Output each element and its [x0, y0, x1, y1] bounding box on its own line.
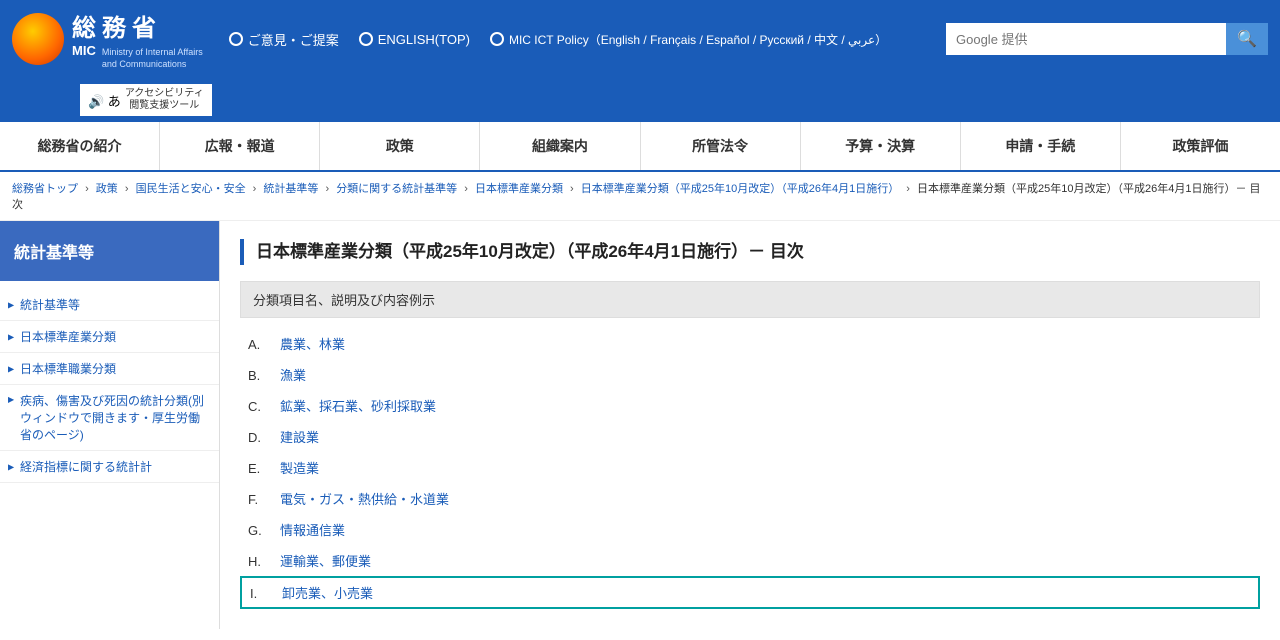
breadcrumb-policy[interactable]: 政策 — [96, 183, 118, 195]
logo-area: 総務省 MIC Ministry of Internal Affairs and… — [12, 8, 203, 70]
accessibility-text: アクセシビリティ 閲覧支援ツール — [125, 88, 204, 112]
category-letter: A. — [248, 337, 268, 352]
nav-item-procedure[interactable]: 申請・手続 — [961, 122, 1121, 170]
category-link[interactable]: 農業、林業 — [280, 334, 345, 353]
category-item: G. 情報通信業 — [240, 514, 1260, 545]
mic-ict-link[interactable]: MIC ICT Policy（English / Français / Espa… — [490, 31, 887, 48]
header-bottom: 🔊 あ アクセシビリティ 閲覧支援ツール — [0, 78, 1280, 122]
category-letter: D. — [248, 430, 268, 445]
category-item: B. 漁業 — [240, 359, 1260, 390]
breadcrumb-industry[interactable]: 日本標準産業分類 — [475, 183, 563, 195]
breadcrumb: 総務省トップ › 政策 › 国民生活と安心・安全 › 統計基準等 › 分類に関す… — [0, 172, 1280, 221]
content-wrapper: 統計基準等 統計基準等 日本標準産業分類 日本標準職業分類 疾病、傷害及び死因の… — [0, 221, 1280, 629]
category-list: A. 農業、林業 B. 漁業 C. 鉱業、採石業、砂利採取業 D. 建設業 E. 製造業 F. 電気・… — [240, 328, 1260, 609]
category-item: H. 運輸業、郵便業 — [240, 545, 1260, 576]
breadcrumb-stats[interactable]: 統計基準等 — [263, 183, 318, 195]
category-letter: I. — [250, 586, 270, 601]
logo-text: 総務省 MIC Ministry of Internal Affairs and… — [72, 8, 203, 70]
search-button[interactable]: 🔍 — [1226, 23, 1268, 55]
category-item: D. 建設業 — [240, 421, 1260, 452]
category-link[interactable]: 運輸業、郵便業 — [280, 551, 371, 570]
category-link[interactable]: 情報通信業 — [280, 520, 345, 539]
category-letter: C. — [248, 399, 268, 414]
category-link[interactable]: 建設業 — [280, 427, 319, 446]
search-area: 🔍 — [946, 23, 1268, 55]
nav-item-budget[interactable]: 予算・決算 — [801, 122, 961, 170]
category-link[interactable]: 電気・ガス・熱供給・水道業 — [280, 489, 449, 508]
english-link[interactable]: ENGLISH(TOP) — [359, 32, 470, 47]
sidebar: 統計基準等 統計基準等 日本標準産業分類 日本標準職業分類 疾病、傷害及び死因の… — [0, 221, 220, 629]
logo-kanji: 総務省 — [72, 8, 203, 43]
category-letter: E. — [248, 461, 268, 476]
category-item: I. 卸売業、小売業 — [240, 576, 1260, 609]
accessibility-button[interactable]: 🔊 あ アクセシビリティ 閲覧支援ツール — [80, 84, 212, 116]
breadcrumb-life[interactable]: 国民生活と安心・安全 — [136, 183, 246, 195]
opinion-dot — [229, 32, 243, 46]
category-letter: G. — [248, 523, 268, 538]
category-letter: B. — [248, 368, 268, 383]
page-title: 日本標準産業分類（平成25年10月改定）（平成26年4月1日施行）－ 目次 — [240, 239, 1260, 265]
logo-icon — [12, 13, 64, 65]
opinion-link[interactable]: ご意見・ご提案 — [229, 30, 339, 49]
sidebar-item-stats[interactable]: 統計基準等 — [0, 289, 219, 321]
category-link[interactable]: 漁業 — [280, 365, 306, 384]
header-top: 総務省 MIC Ministry of Internal Affairs and… — [0, 0, 1280, 78]
logo-ministry: Ministry of Internal Affairs and Communi… — [102, 47, 203, 70]
english-dot — [359, 32, 373, 46]
category-item: F. 電気・ガス・熱供給・水道業 — [240, 483, 1260, 514]
sidebar-item-occupation[interactable]: 日本標準職業分類 — [0, 353, 219, 385]
nav-item-intro[interactable]: 総務省の紹介 — [0, 122, 160, 170]
accessibility-icon: 🔊 あ — [88, 91, 121, 110]
nav-item-org[interactable]: 組織案内 — [480, 122, 640, 170]
sidebar-item-industry[interactable]: 日本標準産業分類 — [0, 321, 219, 353]
category-link[interactable]: 卸売業、小売業 — [282, 583, 373, 602]
category-item: C. 鉱業、採石業、砂利採取業 — [240, 390, 1260, 421]
table-header: 分類項目名、説明及び内容例示 — [240, 281, 1260, 318]
breadcrumb-industry-rev[interactable]: 日本標準産業分類（平成25年10月改定）（平成26年4月1日施行） — [581, 183, 899, 195]
logo-mic: MIC — [72, 43, 96, 58]
nav-item-policy[interactable]: 政策 — [320, 122, 480, 170]
search-input[interactable] — [946, 23, 1226, 55]
category-letter: H. — [248, 554, 268, 569]
sidebar-nav: 統計基準等 日本標準産業分類 日本標準職業分類 疾病、傷害及び死因の統計分類(別… — [0, 281, 219, 491]
nav-item-law[interactable]: 所管法令 — [641, 122, 801, 170]
sidebar-item-disease[interactable]: 疾病、傷害及び死因の統計分類(別ウィンドウで開きます・厚生労働省のページ) — [0, 385, 219, 451]
mic-dot — [490, 32, 504, 46]
breadcrumb-classification[interactable]: 分類に関する統計基準等 — [336, 183, 457, 195]
main-nav: 総務省の紹介 広報・報道 政策 組織案内 所管法令 予算・決算 申請・手続 政策… — [0, 122, 1280, 172]
nav-item-news[interactable]: 広報・報道 — [160, 122, 320, 170]
breadcrumb-top[interactable]: 総務省トップ — [12, 183, 78, 195]
category-item: E. 製造業 — [240, 452, 1260, 483]
category-link[interactable]: 製造業 — [280, 458, 319, 477]
category-link[interactable]: 鉱業、採石業、砂利採取業 — [280, 396, 436, 415]
category-letter: F. — [248, 492, 268, 507]
main-content: 日本標準産業分類（平成25年10月改定）（平成26年4月1日施行）－ 目次 分類… — [220, 221, 1280, 629]
nav-item-evaluation[interactable]: 政策評価 — [1121, 122, 1280, 170]
sidebar-item-economic[interactable]: 経済指標に関する統計計 — [0, 451, 219, 483]
header-links: ご意見・ご提案 ENGLISH(TOP) MIC ICT Policy（Engl… — [229, 30, 930, 49]
sidebar-title: 統計基準等 — [0, 221, 219, 281]
category-item: A. 農業、林業 — [240, 328, 1260, 359]
